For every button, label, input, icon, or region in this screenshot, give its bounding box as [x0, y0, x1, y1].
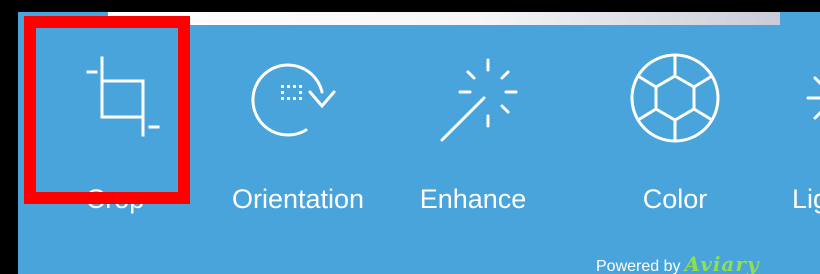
- magic-wand-icon: [440, 58, 518, 142]
- tool-color[interactable]: Color: [600, 34, 750, 234]
- app-frame: Crop Orientation Enhance Color Li Powere…: [0, 0, 820, 274]
- tool-enhance[interactable]: Enhance: [398, 34, 548, 234]
- sun-icon: [806, 76, 820, 120]
- tool-label-color: Color: [642, 184, 708, 214]
- aviary-logo: Aviary: [684, 252, 760, 274]
- tool-label-lighting: Lig: [792, 184, 820, 214]
- powered-by-text: Powered by: [596, 258, 681, 274]
- tool-orientation[interactable]: Orientation: [208, 34, 388, 234]
- image-preview-strip: [108, 12, 780, 25]
- powered-by-footer: Powered by Aviary: [596, 252, 760, 274]
- tool-label-orientation: Orientation: [231, 184, 365, 214]
- selected-tool-highlight: [24, 16, 190, 204]
- tool-lighting[interactable]: Lig: [760, 34, 820, 234]
- rotate-icon: [251, 63, 336, 137]
- color-wheel-icon: [630, 53, 720, 143]
- tool-label-enhance: Enhance: [419, 184, 527, 214]
